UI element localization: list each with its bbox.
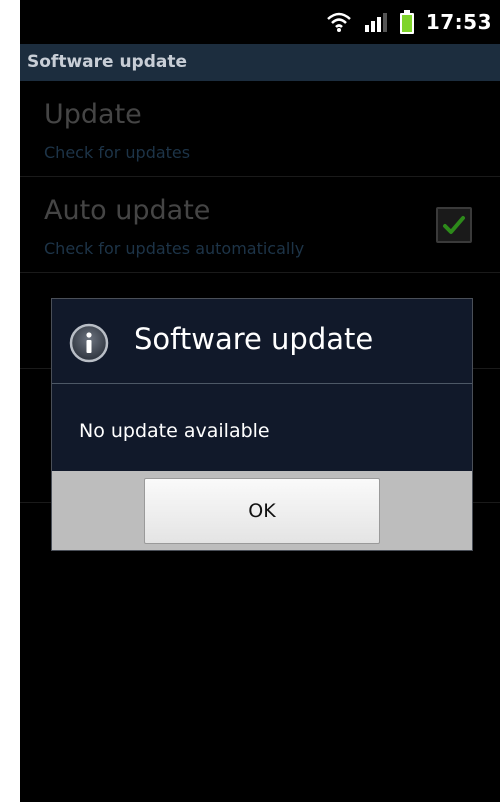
signal-icon: [364, 11, 388, 33]
setting-update-subtitle: Check for updates: [44, 143, 191, 162]
setting-auto-update-title: Auto update: [44, 195, 211, 226]
auto-update-checkbox[interactable]: [436, 207, 472, 243]
setting-update[interactable]: Update Check for updates: [20, 81, 500, 177]
screen-title: Software update: [20, 44, 500, 81]
dialog-header: Software update: [52, 299, 472, 384]
info-icon: [69, 323, 109, 363]
status-icons: 17:53: [326, 0, 500, 44]
phone-screen: 17:53 Software update Update Check for u…: [20, 0, 500, 802]
status-clock: 17:53: [425, 10, 492, 34]
status-bar: 17:53: [20, 0, 500, 44]
dialog-title: Software update: [134, 322, 374, 356]
dialog-footer: OK: [52, 471, 472, 550]
software-update-dialog: Software update No update available OK: [51, 298, 473, 551]
setting-update-title: Update: [44, 99, 142, 130]
battery-icon: [399, 10, 414, 34]
checkmark-icon: [443, 216, 465, 234]
setting-auto-update-subtitle: Check for updates automatically: [44, 239, 305, 258]
dialog-message: No update available: [79, 420, 270, 442]
ok-button[interactable]: OK: [144, 478, 380, 544]
setting-auto-update[interactable]: Auto update Check for updates automatica…: [20, 177, 500, 273]
wifi-icon: [326, 11, 352, 33]
